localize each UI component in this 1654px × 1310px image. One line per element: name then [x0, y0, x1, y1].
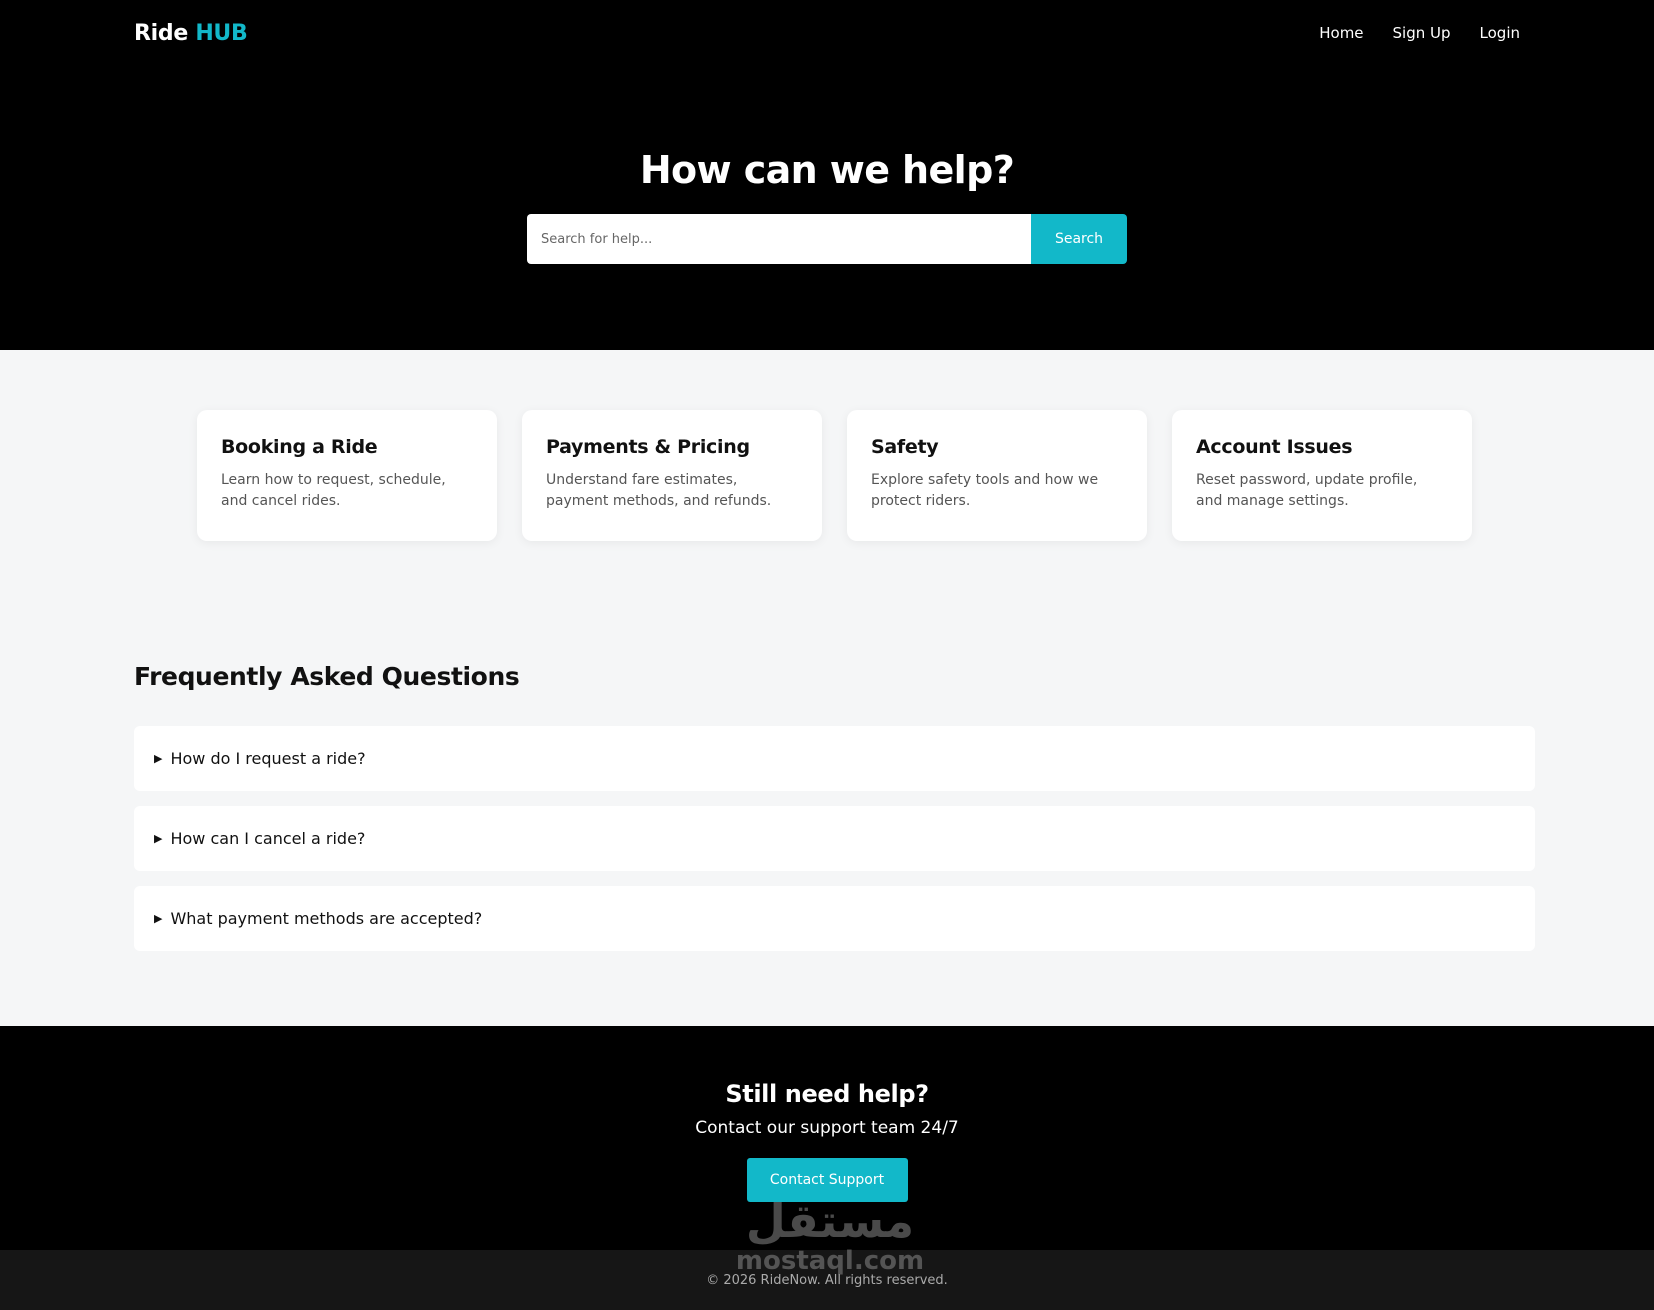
nav-link-signup[interactable]: Sign Up	[1393, 24, 1451, 42]
expand-arrow-icon: ▶	[154, 752, 163, 765]
search-button[interactable]: Search	[1031, 214, 1127, 264]
expand-arrow-icon: ▶	[154, 832, 163, 845]
logo-text-main: Ride	[134, 20, 188, 46]
nav-link-home[interactable]: Home	[1319, 24, 1363, 42]
help-search-bar: Search	[527, 214, 1127, 264]
expand-arrow-icon: ▶	[154, 912, 163, 925]
hero-section: How can we help? Search	[0, 66, 1654, 350]
page-footer: © 2026 RideNow. All rights reserved.	[0, 1250, 1654, 1310]
faq-item[interactable]: ▶ What payment methods are accepted?	[134, 886, 1535, 951]
faq-question: What payment methods are accepted?	[170, 909, 483, 928]
faq-heading: Frequently Asked Questions	[134, 662, 520, 691]
card-description: Reset password, update profile, and mana…	[1196, 472, 1418, 509]
card-description: Learn how to request, schedule, and canc…	[221, 472, 446, 509]
cta-title: Still need help?	[725, 1080, 929, 1108]
card-title: Account Issues	[1196, 436, 1353, 458]
card-title: Payments & Pricing	[546, 436, 750, 458]
faq-question: How can I cancel a ride?	[170, 829, 366, 848]
brand-logo[interactable]: Ride HUB	[134, 20, 248, 46]
category-card-account[interactable]: Account Issues Reset password, update pr…	[1172, 410, 1472, 541]
support-cta-section: Still need help? Contact our support tea…	[0, 1026, 1654, 1250]
top-navbar: Ride HUB Home Sign Up Login	[0, 0, 1654, 66]
card-description: Explore safety tools and how we protect …	[871, 472, 1099, 509]
faq-item[interactable]: ▶ How can I cancel a ride?	[134, 806, 1535, 871]
help-categories: Booking a Ride Learn how to request, sch…	[197, 410, 1472, 541]
category-card-safety[interactable]: Safety Explore safety tools and how we p…	[847, 410, 1147, 541]
nav-link-login[interactable]: Login	[1480, 24, 1520, 42]
help-search-input[interactable]	[527, 214, 1031, 264]
contact-support-button[interactable]: Contact Support	[746, 1158, 908, 1202]
faq-question: How do I request a ride?	[170, 749, 366, 768]
logo-text-accent: HUB	[195, 20, 248, 46]
card-description: Understand fare estimates, payment metho…	[546, 472, 772, 509]
cta-subtitle: Contact our support team 24/7	[695, 1118, 959, 1138]
nav-links: Home Sign Up Login	[1319, 24, 1520, 42]
category-card-payments[interactable]: Payments & Pricing Understand fare estim…	[522, 410, 822, 541]
category-card-booking[interactable]: Booking a Ride Learn how to request, sch…	[197, 410, 497, 541]
hero-title: How can we help?	[639, 148, 1015, 192]
copyright-text: © 2026 RideNow. All rights reserved.	[706, 1272, 948, 1288]
faq-item[interactable]: ▶ How do I request a ride?	[134, 726, 1535, 791]
card-title: Safety	[871, 436, 939, 458]
faq-list: ▶ How do I request a ride? ▶ How can I c…	[134, 726, 1535, 951]
card-title: Booking a Ride	[221, 436, 378, 458]
